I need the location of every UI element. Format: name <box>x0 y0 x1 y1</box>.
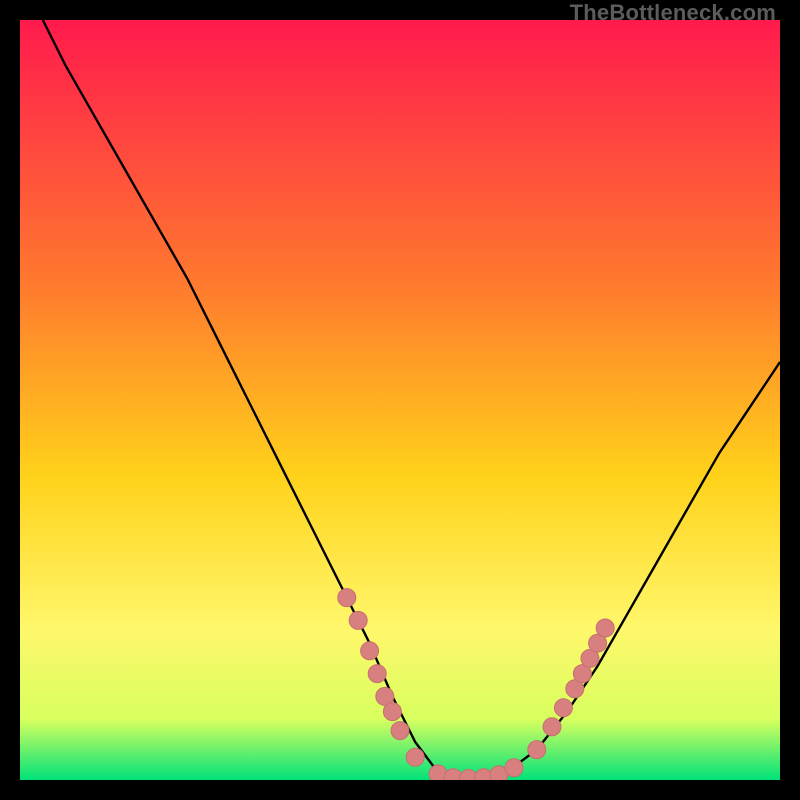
watermark-text: TheBottleneck.com <box>570 0 776 26</box>
gradient-background <box>20 20 780 780</box>
curve-marker <box>361 642 379 660</box>
curve-marker <box>383 703 401 721</box>
curve-marker <box>528 741 546 759</box>
curve-marker <box>338 589 356 607</box>
curve-marker <box>406 748 424 766</box>
curve-marker <box>596 619 614 637</box>
curve-marker <box>391 722 409 740</box>
chart-canvas <box>20 20 780 780</box>
curve-marker <box>543 718 561 736</box>
plot-area <box>20 20 780 780</box>
curve-marker <box>349 611 367 629</box>
curve-marker <box>368 665 386 683</box>
curve-marker <box>505 759 523 777</box>
chart-frame: TheBottleneck.com <box>0 0 800 800</box>
curve-marker <box>554 699 572 717</box>
